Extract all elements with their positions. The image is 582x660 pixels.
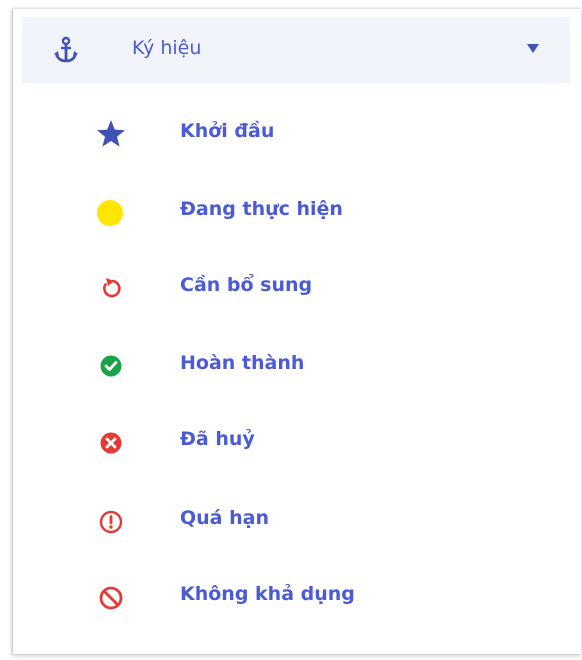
exclamation-circle-icon (95, 504, 127, 536)
anchor-icon (52, 36, 80, 64)
caret-down-icon[interactable] (527, 44, 539, 53)
legend-item-unavailable: Không khả dụng (95, 576, 535, 616)
times-circle-icon (95, 425, 127, 457)
legend-label-unavailable: Không khả dụng (180, 583, 355, 605)
legend-label-start: Khởi đầu (180, 120, 275, 142)
star-icon (95, 117, 127, 149)
legend-header[interactable]: Ký hiệu (22, 17, 570, 83)
check-circle-icon (95, 349, 127, 381)
legend-item-overdue: Quá hạn (95, 500, 535, 540)
yellow-circle-icon (95, 195, 127, 227)
legend-title: Ký hiệu (132, 37, 202, 59)
legend-label-overdue: Quá hạn (180, 507, 269, 529)
legend-item-needs-supplement: Cần bổ sung (95, 267, 535, 307)
legend-label-needs-supplement: Cần bổ sung (180, 274, 313, 296)
legend-item-completed: Hoàn thành (95, 345, 535, 385)
legend-label-completed: Hoàn thành (180, 352, 305, 374)
legend-item-start: Khởi đầu (95, 113, 535, 153)
undo-icon (95, 271, 127, 303)
legend-panel (12, 8, 581, 654)
legend-label-cancelled: Đã huỷ (180, 428, 255, 450)
legend-item-in-progress: Đang thực hiện (95, 191, 535, 231)
legend-label-in-progress: Đang thực hiện (180, 198, 343, 220)
legend-item-cancelled: Đã huỷ (95, 421, 535, 461)
ban-icon (95, 580, 127, 612)
